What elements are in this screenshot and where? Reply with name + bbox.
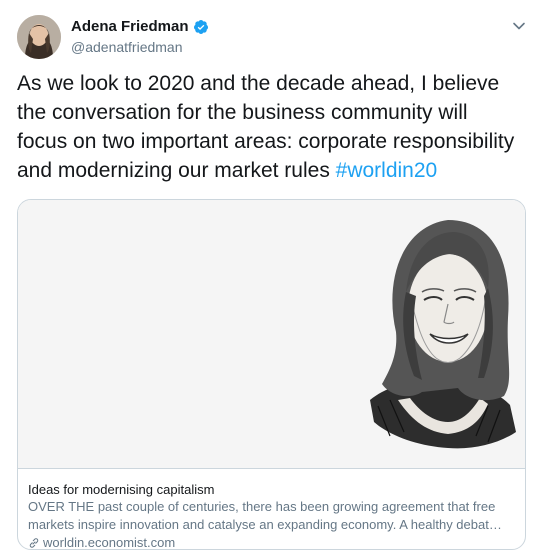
tweet-text: As we look to 2020 and the decade ahead,… (17, 69, 522, 185)
link-card[interactable]: Ideas for modernising capitalism OVER TH… (17, 199, 526, 550)
link-icon (29, 538, 39, 548)
author-row: Adena Friedman (71, 18, 209, 35)
hashtag-link[interactable]: #worldin20 (336, 159, 438, 182)
avatar-portrait (17, 15, 61, 59)
card-title: Ideas for modernising capitalism (28, 482, 215, 497)
verified-badge-icon (193, 19, 208, 34)
tweet: Adena Friedman @adenatfriedman As we loo… (0, 0, 534, 556)
card-body: Ideas for modernising capitalism OVER TH… (28, 481, 520, 550)
author-name[interactable]: Adena Friedman (71, 18, 189, 35)
portrait-illustration (18, 200, 525, 468)
card-image (18, 200, 525, 469)
author-handle[interactable]: @adenatfriedman (71, 39, 183, 55)
tweet-body: As we look to 2020 and the decade ahead,… (17, 72, 515, 182)
avatar[interactable] (17, 15, 61, 59)
card-domain: worldin.economist.com (28, 534, 520, 550)
card-description: OVER THE past couple of centuries, there… (28, 499, 502, 532)
chevron-down-icon[interactable] (511, 18, 527, 34)
card-domain-text: worldin.economist.com (43, 535, 176, 550)
